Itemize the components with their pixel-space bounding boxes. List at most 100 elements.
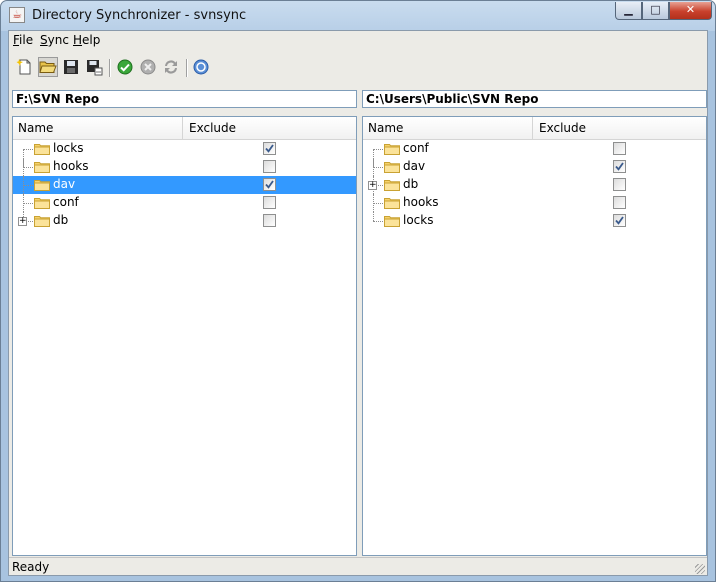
tree-row[interactable]: conf <box>13 194 356 212</box>
folder-name: locks <box>53 141 84 155</box>
minimize-button[interactable]: ▁ <box>615 2 642 20</box>
folder-icon <box>34 180 50 191</box>
new-button[interactable] <box>15 57 35 77</box>
save-icon <box>64 60 78 74</box>
folder-name: locks <box>403 213 434 227</box>
folder-icon <box>384 180 400 191</box>
save-as-button[interactable] <box>84 57 104 77</box>
stop-icon <box>140 59 156 75</box>
expand-toggle-icon[interactable]: + <box>18 217 27 226</box>
left-header-exclude[interactable]: Exclude <box>184 117 236 139</box>
tree-connector <box>373 212 374 221</box>
menu-bar: File Sync Help <box>9 31 707 49</box>
check-button[interactable] <box>115 57 135 77</box>
folder-name: dav <box>53 177 76 191</box>
menu-file[interactable]: File <box>13 33 33 47</box>
title-bar[interactable]: ☕ Directory Synchronizer - svnsync ▁ □ ✕ <box>1 1 715 30</box>
window-title: Directory Synchronizer - svnsync <box>32 8 247 23</box>
tree-connector <box>23 203 33 204</box>
left-table-header: Name Exclude <box>13 117 356 140</box>
folder-name: db <box>53 213 69 227</box>
tree-connector <box>23 185 33 186</box>
sync-icon <box>165 60 177 74</box>
menu-sync[interactable]: Sync <box>40 33 69 47</box>
tree-row[interactable]: locks <box>363 212 706 230</box>
exclude-checkbox[interactable] <box>263 142 276 155</box>
exclude-checkbox[interactable] <box>263 160 276 173</box>
right-table-header: Name Exclude <box>363 117 706 140</box>
tree-row[interactable]: hooks <box>363 194 706 212</box>
right-header-name[interactable]: Name <box>363 117 533 139</box>
folder-name: db <box>403 177 419 191</box>
tree-connector <box>23 149 33 150</box>
help-icon <box>193 59 209 75</box>
folder-name: hooks <box>403 195 439 209</box>
right-header-exclude[interactable]: Exclude <box>534 117 586 139</box>
folder-icon <box>34 216 50 227</box>
stop-button[interactable] <box>138 57 158 77</box>
menu-help[interactable]: Help <box>73 33 100 47</box>
exclude-checkbox[interactable] <box>263 196 276 209</box>
tree-row[interactable]: hooks <box>13 158 356 176</box>
menu-sync-mnemonic: S <box>40 33 48 47</box>
tree-row[interactable]: locks <box>13 140 356 167</box>
tree-row[interactable]: dav <box>363 158 706 176</box>
folder-icon <box>34 198 50 209</box>
tree-connector <box>23 167 33 168</box>
tree-row[interactable]: dav <box>13 176 356 194</box>
open-folder-icon <box>39 61 57 73</box>
close-button[interactable]: ✕ <box>669 2 712 20</box>
exclude-checkbox[interactable] <box>613 178 626 191</box>
exclude-checkbox[interactable] <box>613 160 626 173</box>
tree-connector <box>373 203 383 204</box>
folder-icon <box>34 162 50 173</box>
expand-toggle-icon[interactable]: + <box>368 181 377 190</box>
left-header-name[interactable]: Name <box>13 117 183 139</box>
save-as-icon <box>87 60 103 76</box>
checkmark-icon <box>615 216 624 225</box>
folder-name: conf <box>53 195 79 209</box>
app-window: ☕ Directory Synchronizer - svnsync ▁ □ ✕… <box>0 0 716 582</box>
help-button[interactable] <box>191 57 211 77</box>
resize-grip[interactable] <box>695 564 705 574</box>
folder-name: dav <box>403 159 426 173</box>
save-button[interactable] <box>61 57 81 77</box>
tree-row[interactable]: + db <box>13 212 356 230</box>
tree-connector <box>373 167 383 168</box>
exclude-checkbox[interactable] <box>613 214 626 227</box>
menu-help-mnemonic: H <box>73 33 83 47</box>
checkmark-icon <box>265 144 274 153</box>
folder-name: hooks <box>53 159 89 173</box>
exclude-checkbox[interactable] <box>613 142 626 155</box>
tree-row[interactable]: + db <box>363 176 706 194</box>
toolbar <box>9 51 707 83</box>
exclude-checkbox[interactable] <box>263 178 276 191</box>
status-text: Ready <box>12 560 50 574</box>
exclude-checkbox[interactable] <box>613 196 626 209</box>
left-path-field[interactable]: F:\SVN Repo <box>12 90 357 108</box>
checkmark-icon <box>615 162 624 171</box>
menu-sync-label: ync <box>47 33 69 47</box>
right-directory-tree[interactable]: Name Exclude conf dav + db hooks locks <box>362 116 707 556</box>
client-area: File Sync Help F:\SVN Repo C:\Users\Publ… <box>8 30 708 576</box>
folder-icon <box>384 216 400 227</box>
java-app-icon[interactable]: ☕ <box>9 7 25 23</box>
tree-connector <box>373 221 383 222</box>
folder-icon <box>384 144 400 155</box>
check-icon <box>117 59 133 75</box>
right-path-field[interactable]: C:\Users\Public\SVN Repo <box>362 90 707 108</box>
exclude-checkbox[interactable] <box>263 214 276 227</box>
left-directory-tree[interactable]: Name Exclude locks hooks dav conf + db <box>12 116 357 556</box>
new-icon <box>16 59 31 75</box>
status-bar: Ready <box>9 557 707 576</box>
tree-connector <box>373 149 383 150</box>
menu-help-label: elp <box>82 33 101 47</box>
open-button[interactable] <box>38 57 58 77</box>
folder-icon <box>384 162 400 173</box>
sync-button[interactable] <box>161 57 181 77</box>
toolbar-separator <box>109 59 111 77</box>
folder-icon <box>34 144 50 155</box>
tree-row[interactable]: conf <box>363 140 706 167</box>
checkmark-icon <box>265 180 274 189</box>
maximize-button[interactable]: □ <box>642 2 669 20</box>
